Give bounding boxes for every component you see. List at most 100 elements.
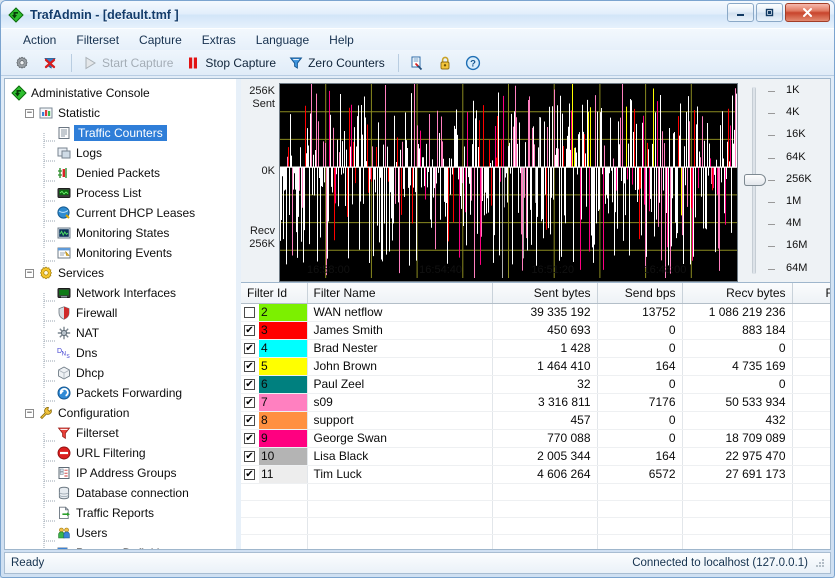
- resize-grip-icon[interactable]: [814, 557, 826, 569]
- cell-filter-id[interactable]: ✔7: [241, 393, 307, 411]
- edit-query-button[interactable]: [406, 53, 431, 73]
- tree-expander[interactable]: −: [25, 109, 34, 118]
- table-row[interactable]: ✔9George Swan770 088018 709 0890: [241, 429, 831, 447]
- settings-button[interactable]: [11, 53, 36, 73]
- delete-filter-button[interactable]: [39, 53, 64, 73]
- tree-item-filterset[interactable]: Filterset: [5, 423, 236, 443]
- cell-filter-id[interactable]: ✔3: [241, 321, 307, 339]
- tree-item-users[interactable]: Users: [5, 523, 236, 543]
- start-capture-button[interactable]: Start Capture: [79, 53, 179, 73]
- maximize-restore-button[interactable]: [756, 3, 783, 22]
- scale-label[interactable]: 4M: [786, 218, 801, 229]
- table-row[interactable]: ✔7s093 316 811717650 533 93475K: [241, 393, 831, 411]
- menu-item-filterset[interactable]: Filterset: [66, 30, 129, 50]
- filters-table-panel[interactable]: Filter Id Filter Name Sent bytes Send bp…: [241, 283, 831, 550]
- column-header-send-bps[interactable]: Send bps: [597, 283, 682, 303]
- cell-recv-bytes: 4 735 169: [682, 357, 792, 375]
- cell-filter-id[interactable]: 2: [241, 303, 307, 321]
- scale-label[interactable]: 4K: [786, 107, 799, 118]
- table-row[interactable]: ✔4Brad Nester1 428000: [241, 339, 831, 357]
- scale-label[interactable]: 16M: [786, 240, 807, 251]
- menu-item-action[interactable]: Action: [13, 30, 66, 50]
- cell-filter-id[interactable]: ✔11: [241, 465, 307, 483]
- tree-item-network-interfaces[interactable]: Network Interfaces: [5, 283, 236, 303]
- close-button[interactable]: [785, 3, 830, 22]
- empty-cell: [241, 517, 307, 534]
- slider-thumb[interactable]: [744, 174, 766, 186]
- row-checkbox[interactable]: ✔: [244, 433, 255, 444]
- row-checkbox[interactable]: ✔: [244, 415, 255, 426]
- row-checkbox[interactable]: ✔: [244, 469, 255, 480]
- tree-item-ip-address-groups[interactable]: IP Address Groups: [5, 463, 236, 483]
- tree-item-administative-console[interactable]: Administative Console: [5, 83, 236, 103]
- row-checkbox[interactable]: ✔: [244, 379, 255, 390]
- minimize-button[interactable]: [727, 3, 754, 22]
- tree-item-traffic-counters[interactable]: Traffic Counters: [5, 123, 236, 143]
- cell-filter-id[interactable]: ✔4: [241, 339, 307, 357]
- column-header-filter-id[interactable]: Filter Id: [241, 283, 307, 303]
- tree-item-firewall[interactable]: Firewall: [5, 303, 236, 323]
- tree-expander[interactable]: −: [25, 269, 34, 278]
- row-checkbox[interactable]: ✔: [244, 397, 255, 408]
- tree-item-process-definitions[interactable]: Process Definitions: [5, 543, 236, 550]
- scale-label[interactable]: 16K: [786, 129, 806, 140]
- menu-item-extras[interactable]: Extras: [192, 30, 246, 50]
- chart-plot-area[interactable]: [279, 83, 738, 282]
- tree-item-services[interactable]: −Services: [5, 263, 236, 283]
- tree-item-nat[interactable]: NAT: [5, 323, 236, 343]
- row-checkbox[interactable]: ✔: [244, 451, 255, 462]
- table-row[interactable]: ✔3James Smith450 6930883 1840: [241, 321, 831, 339]
- tree-item-dns[interactable]: DNSDns: [5, 343, 236, 363]
- tree-item-monitoring-states[interactable]: Monitoring States: [5, 223, 236, 243]
- table-row[interactable]: ✔5John Brown1 464 4101644 735 1690: [241, 357, 831, 375]
- table-row[interactable]: ✔6Paul Zeel32000: [241, 375, 831, 393]
- tree-item-process-list[interactable]: Process List: [5, 183, 236, 203]
- help-button[interactable]: ?: [462, 53, 487, 73]
- table-row[interactable]: ✔10Lisa Black2 005 34416422 975 4700: [241, 447, 831, 465]
- menu-item-capture[interactable]: Capture: [129, 30, 192, 50]
- tree-item-current-dhcp-leases[interactable]: Current DHCP Leases: [5, 203, 236, 223]
- table-row[interactable]: ✔8support45704320: [241, 411, 831, 429]
- column-header-sent-bytes[interactable]: Sent bytes: [492, 283, 597, 303]
- cell-filter-id[interactable]: ✔8: [241, 411, 307, 429]
- tree-item-monitoring-events[interactable]: Monitoring Events: [5, 243, 236, 263]
- tree-item-logs[interactable]: Logs: [5, 143, 236, 163]
- scale-label[interactable]: 64M: [786, 263, 807, 274]
- navigation-tree-panel[interactable]: Administative Console−StatisticTraffic C…: [4, 78, 236, 550]
- column-header-recv-bytes[interactable]: Recv bytes: [682, 283, 792, 303]
- tree-item-label: Process Definitions: [76, 546, 179, 550]
- cell-filter-id[interactable]: ✔6: [241, 375, 307, 393]
- row-checkbox[interactable]: ✔: [244, 343, 255, 354]
- table-row[interactable]: 2WAN netflow39 335 192137521 086 219 236…: [241, 303, 831, 321]
- scale-label[interactable]: 1M: [786, 196, 801, 207]
- cell-filter-id[interactable]: ✔9: [241, 429, 307, 447]
- zero-counters-button[interactable]: Zero Counters: [285, 53, 391, 73]
- stop-capture-button[interactable]: Stop Capture: [182, 53, 282, 73]
- column-header-recv-bps[interactable]: Recv bps: [792, 283, 831, 303]
- scale-label[interactable]: 256K: [786, 174, 812, 185]
- scale-label[interactable]: 64K: [786, 152, 806, 163]
- tree-item-traffic-reports[interactable]: Traffic Reports: [5, 503, 236, 523]
- toolbar-separator-1: [71, 54, 72, 72]
- tree-item-denied-packets[interactable]: Denied Packets: [5, 163, 236, 183]
- cell-filter-id[interactable]: ✔5: [241, 357, 307, 375]
- menu-item-help[interactable]: Help: [319, 30, 364, 50]
- tree-connector: [43, 353, 56, 354]
- tree-item-packets-forwarding[interactable]: Packets Forwarding: [5, 383, 236, 403]
- tree-expander[interactable]: −: [25, 409, 34, 418]
- cell-filter-id[interactable]: ✔10: [241, 447, 307, 465]
- row-checkbox[interactable]: ✔: [244, 361, 255, 372]
- row-checkbox[interactable]: [244, 307, 255, 318]
- tree-item-dhcp[interactable]: Dhcp: [5, 363, 236, 383]
- lock-button[interactable]: [434, 53, 459, 73]
- menu-item-language[interactable]: Language: [246, 30, 319, 50]
- scale-label[interactable]: 1K: [786, 85, 799, 96]
- tree-item-statistic[interactable]: −Statistic: [5, 103, 236, 123]
- tree-item-url-filtering[interactable]: URL Filtering: [5, 443, 236, 463]
- tree-item-database-connection[interactable]: Database connection: [5, 483, 236, 503]
- tree-item-configuration[interactable]: −Configuration: [5, 403, 236, 423]
- row-checkbox[interactable]: ✔: [244, 325, 255, 336]
- chart-scale-slider[interactable]: 1K 4K 16K 64K 256K 1M 4M 16M 64M: [738, 79, 830, 282]
- table-row[interactable]: ✔11Tim Luck4 606 264657227 691 17316420: [241, 465, 831, 483]
- column-header-filter-name[interactable]: Filter Name: [307, 283, 492, 303]
